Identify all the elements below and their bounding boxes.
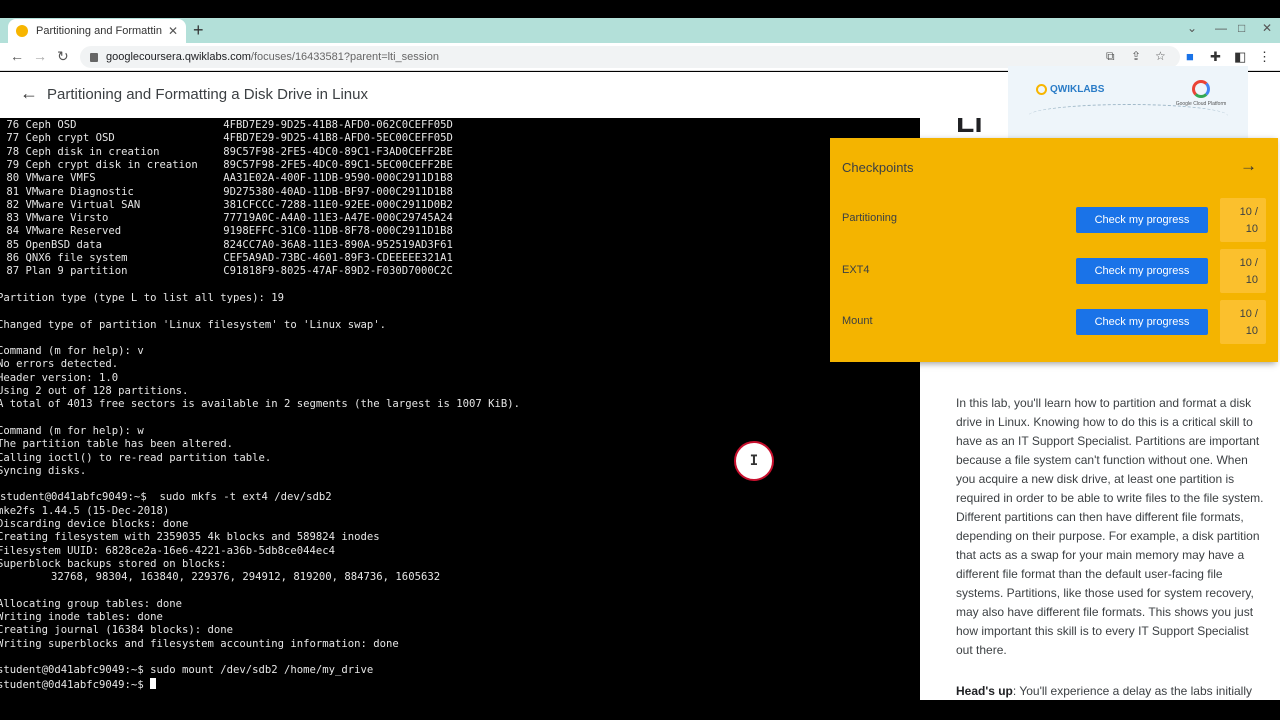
side-panel-icon[interactable]: ◧: [1234, 49, 1246, 65]
lab-title: Partitioning and Formatting a Disk Drive…: [47, 86, 368, 103]
terminal-line: Partition type (type L to list all types…: [0, 291, 285, 304]
tab-title: Partitioning and Formatting a Dis: [36, 25, 162, 37]
score-total: 10: [1245, 274, 1258, 286]
terminal-line: Superblock backups stored on blocks:: [0, 557, 227, 570]
terminal-line: No errors detected.: [0, 358, 119, 371]
terminal-line: 84 VMware Reserved 9198EFFC-31C0-11DB-8F…: [0, 225, 453, 238]
maximize-icon[interactable]: □: [1238, 21, 1245, 35]
score-value: 10 /: [1239, 257, 1258, 269]
checkpoints-card: Checkpoints → Partitioning Check my prog…: [830, 138, 1278, 362]
check-progress-button-mount[interactable]: Check my progress: [1076, 309, 1208, 335]
checkpoint-label-mount: Mount: [842, 315, 873, 327]
lock-icon: [90, 52, 98, 62]
check-progress-button-ext4[interactable]: Check my progress: [1076, 258, 1208, 284]
screen-top-border: [0, 0, 1280, 18]
close-tab-icon[interactable]: ✕: [168, 24, 178, 38]
browser-menu-icon[interactable]: ⋮: [1258, 49, 1271, 65]
terminal-line: 85 OpenBSD data 824CC7A0-36A8-11E3-890A-…: [0, 238, 453, 251]
terminal-line: 81 VMware Diagnostic 9D275380-40AD-11DB-…: [0, 185, 453, 198]
terminal-line: Syncing disks.: [0, 464, 87, 477]
score-total: 10: [1245, 325, 1258, 337]
terminal-line: The partition table has been altered.: [0, 438, 233, 451]
terminal-line: 83 VMware Virsto 77719A0C-A4A0-11E3-A47E…: [0, 212, 453, 225]
terminal-line: Using 2 out of 128 partitions.: [0, 385, 189, 397]
terminal[interactable]: 76 Ceph OSD 4FBD7E29-9D25-41B8-AFD0-062C…: [0, 118, 920, 700]
screen-bottom-border: [0, 700, 1280, 720]
score-total: 10: [1245, 223, 1258, 235]
terminal-line: student@0d41abfc9049:~$ sudo mkfs -t ext…: [0, 491, 332, 504]
terminal-line: 80 VMware VMFS AA31E02A-400F-11DB-9590-0…: [0, 172, 453, 185]
heads-up-body: : You'll experience a delay as the labs …: [1012, 684, 1252, 698]
terminal-line: student@0d41abfc9049:~$: [0, 677, 157, 691]
forward-button[interactable]: →: [33, 48, 47, 64]
cloud-illustration: [1028, 104, 1228, 128]
back-button[interactable]: ←: [10, 48, 24, 64]
partner-logos: QWIKLABS Google Cloud Platform: [1008, 66, 1248, 138]
terminal-line: Creating filesystem with 2359035 4k bloc…: [0, 531, 380, 544]
google-cloud-logo: Google Cloud Platform: [1170, 80, 1232, 107]
back-arrow-icon[interactable]: ←: [20, 83, 38, 104]
extensions-puzzle-icon[interactable]: ✚: [1210, 49, 1221, 65]
checkpoint-score-ext4: 10 / 10: [1220, 249, 1266, 293]
checkpoint-score-mount: 10 / 10: [1220, 300, 1266, 344]
text-cursor-icon: I: [749, 453, 759, 469]
terminal-line: Changed type of partition 'Linux filesys…: [0, 318, 387, 331]
heads-up-label: Head's up: [956, 684, 1013, 698]
terminal-line: 87 Plan 9 partition C91818F9-8025-47AF-8…: [0, 265, 453, 278]
terminal-line: Writing inode tables: done: [0, 611, 163, 624]
translate-extension-icon[interactable]: ■: [1186, 49, 1194, 64]
install-app-icon[interactable]: ⧉: [1106, 49, 1115, 64]
terminal-line: Discarding device blocks: done: [0, 518, 189, 530]
close-window-icon[interactable]: ✕: [1262, 21, 1272, 35]
terminal-line: Command (m for help): v: [0, 345, 144, 358]
share-icon[interactable]: ⇪: [1131, 49, 1141, 63]
qwiklabs-favicon-icon: [16, 25, 28, 37]
checkpoint-label-partitioning: Partitioning: [842, 212, 898, 224]
terminal-cursor: [150, 677, 157, 689]
score-value: 10 /: [1239, 308, 1258, 320]
bookmark-star-icon[interactable]: ☆: [1155, 49, 1166, 63]
browser-tab-strip: Partitioning and Formatting a Dis ✕ + ⌄ …: [0, 18, 1280, 43]
terminal-line: Creating journal (16384 blocks): done: [0, 624, 233, 637]
reload-button[interactable]: ↻: [57, 48, 69, 65]
terminal-line: Calling ioctl() to re-read partition tab…: [0, 451, 272, 464]
terminal-line: 82 VMware Virtual SAN 381CFCCC-7288-11E0…: [0, 198, 453, 211]
heads-up-text: Head's up: You'll experience a delay as …: [956, 684, 1266, 698]
lab-heading-fragment: Li: [956, 118, 983, 139]
terminal-line: Writing superblocks and filesystem accou…: [0, 637, 399, 650]
score-value: 10 /: [1239, 206, 1258, 218]
terminal-line: 32768, 98304, 163840, 229376, 294912, 81…: [0, 571, 441, 584]
terminal-line: 78 Ceph disk in creation 89C57F98-2FE5-4…: [0, 145, 453, 158]
checkpoints-title: Checkpoints: [842, 160, 914, 175]
qwiklabs-logo: QWIKLABS: [1036, 84, 1104, 95]
new-tab-button[interactable]: +: [193, 20, 204, 40]
url-host: googlecoursera.qwiklabs.com: [106, 51, 251, 63]
terminal-line: Allocating group tables: done: [0, 597, 182, 610]
terminal-line: mke2fs 1.44.5 (15-Dec-2018): [0, 504, 170, 517]
qwiklabs-logo-text: QWIKLABS: [1050, 84, 1105, 95]
terminal-line: 79 Ceph crypt disk in creation 89C57F98-…: [0, 158, 453, 171]
terminal-line: student@0d41abfc9049:~$ sudo mount /dev/…: [0, 664, 374, 677]
terminal-line: 76 Ceph OSD 4FBD7E29-9D25-41B8-AFD0-062C…: [0, 119, 453, 131]
check-progress-button-partitioning[interactable]: Check my progress: [1076, 207, 1208, 233]
collapse-arrow-icon[interactable]: →: [1240, 156, 1257, 176]
introduction-text: In this lab, you'll learn how to partiti…: [956, 396, 1264, 657]
checkpoint-score-partitioning: 10 / 10: [1220, 198, 1266, 242]
url-path: /focuses/16433581?parent=lti_session: [250, 51, 439, 63]
terminal-line: 86 QNX6 file system CEF5A9AD-73BC-4601-8…: [0, 252, 453, 264]
tab-search-chevron-icon[interactable]: ⌄: [1187, 21, 1197, 35]
browser-tab[interactable]: Partitioning and Formatting a Dis ✕: [8, 19, 186, 43]
terminal-line: 77 Ceph crypt OSD 4FBD7E29-9D25-41B8-AFD…: [0, 132, 453, 145]
qwiklabs-logo-icon: [1036, 84, 1047, 95]
terminal-line: Filesystem UUID: 6828ce2a-16e6-4221-a36b…: [0, 544, 336, 557]
address-bar[interactable]: googlecoursera.qwiklabs.com /focuses/164…: [80, 46, 1180, 68]
google-cloud-hexagon-icon: [1192, 80, 1210, 98]
terminal-line: Command (m for help): w: [0, 424, 144, 437]
checkpoint-label-ext4: EXT4: [842, 264, 870, 276]
terminal-line: A total of 4013 free sectors is availabl…: [0, 398, 520, 411]
mouse-pointer-highlight: I: [734, 441, 774, 481]
terminal-line: Header version: 1.0: [0, 371, 119, 384]
minimize-icon[interactable]: —: [1215, 21, 1227, 35]
